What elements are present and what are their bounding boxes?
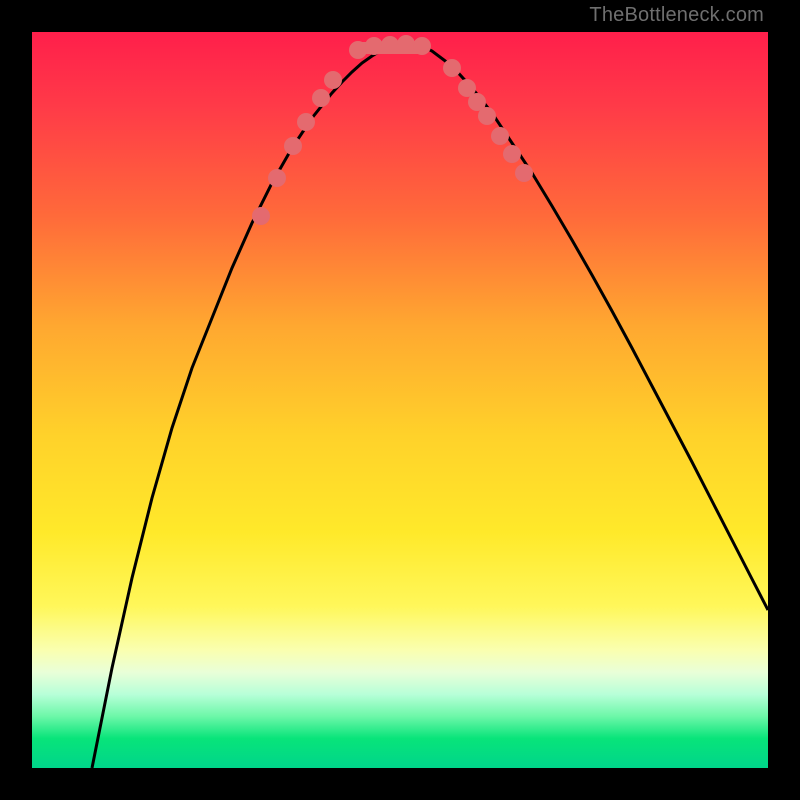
watermark-text: TheBottleneck.com — [589, 4, 764, 27]
plot-area — [32, 32, 768, 768]
curve-line — [92, 44, 768, 768]
outer-frame: TheBottleneck.com — [0, 0, 800, 800]
marker-dots — [252, 35, 533, 225]
chart-svg — [32, 32, 768, 768]
